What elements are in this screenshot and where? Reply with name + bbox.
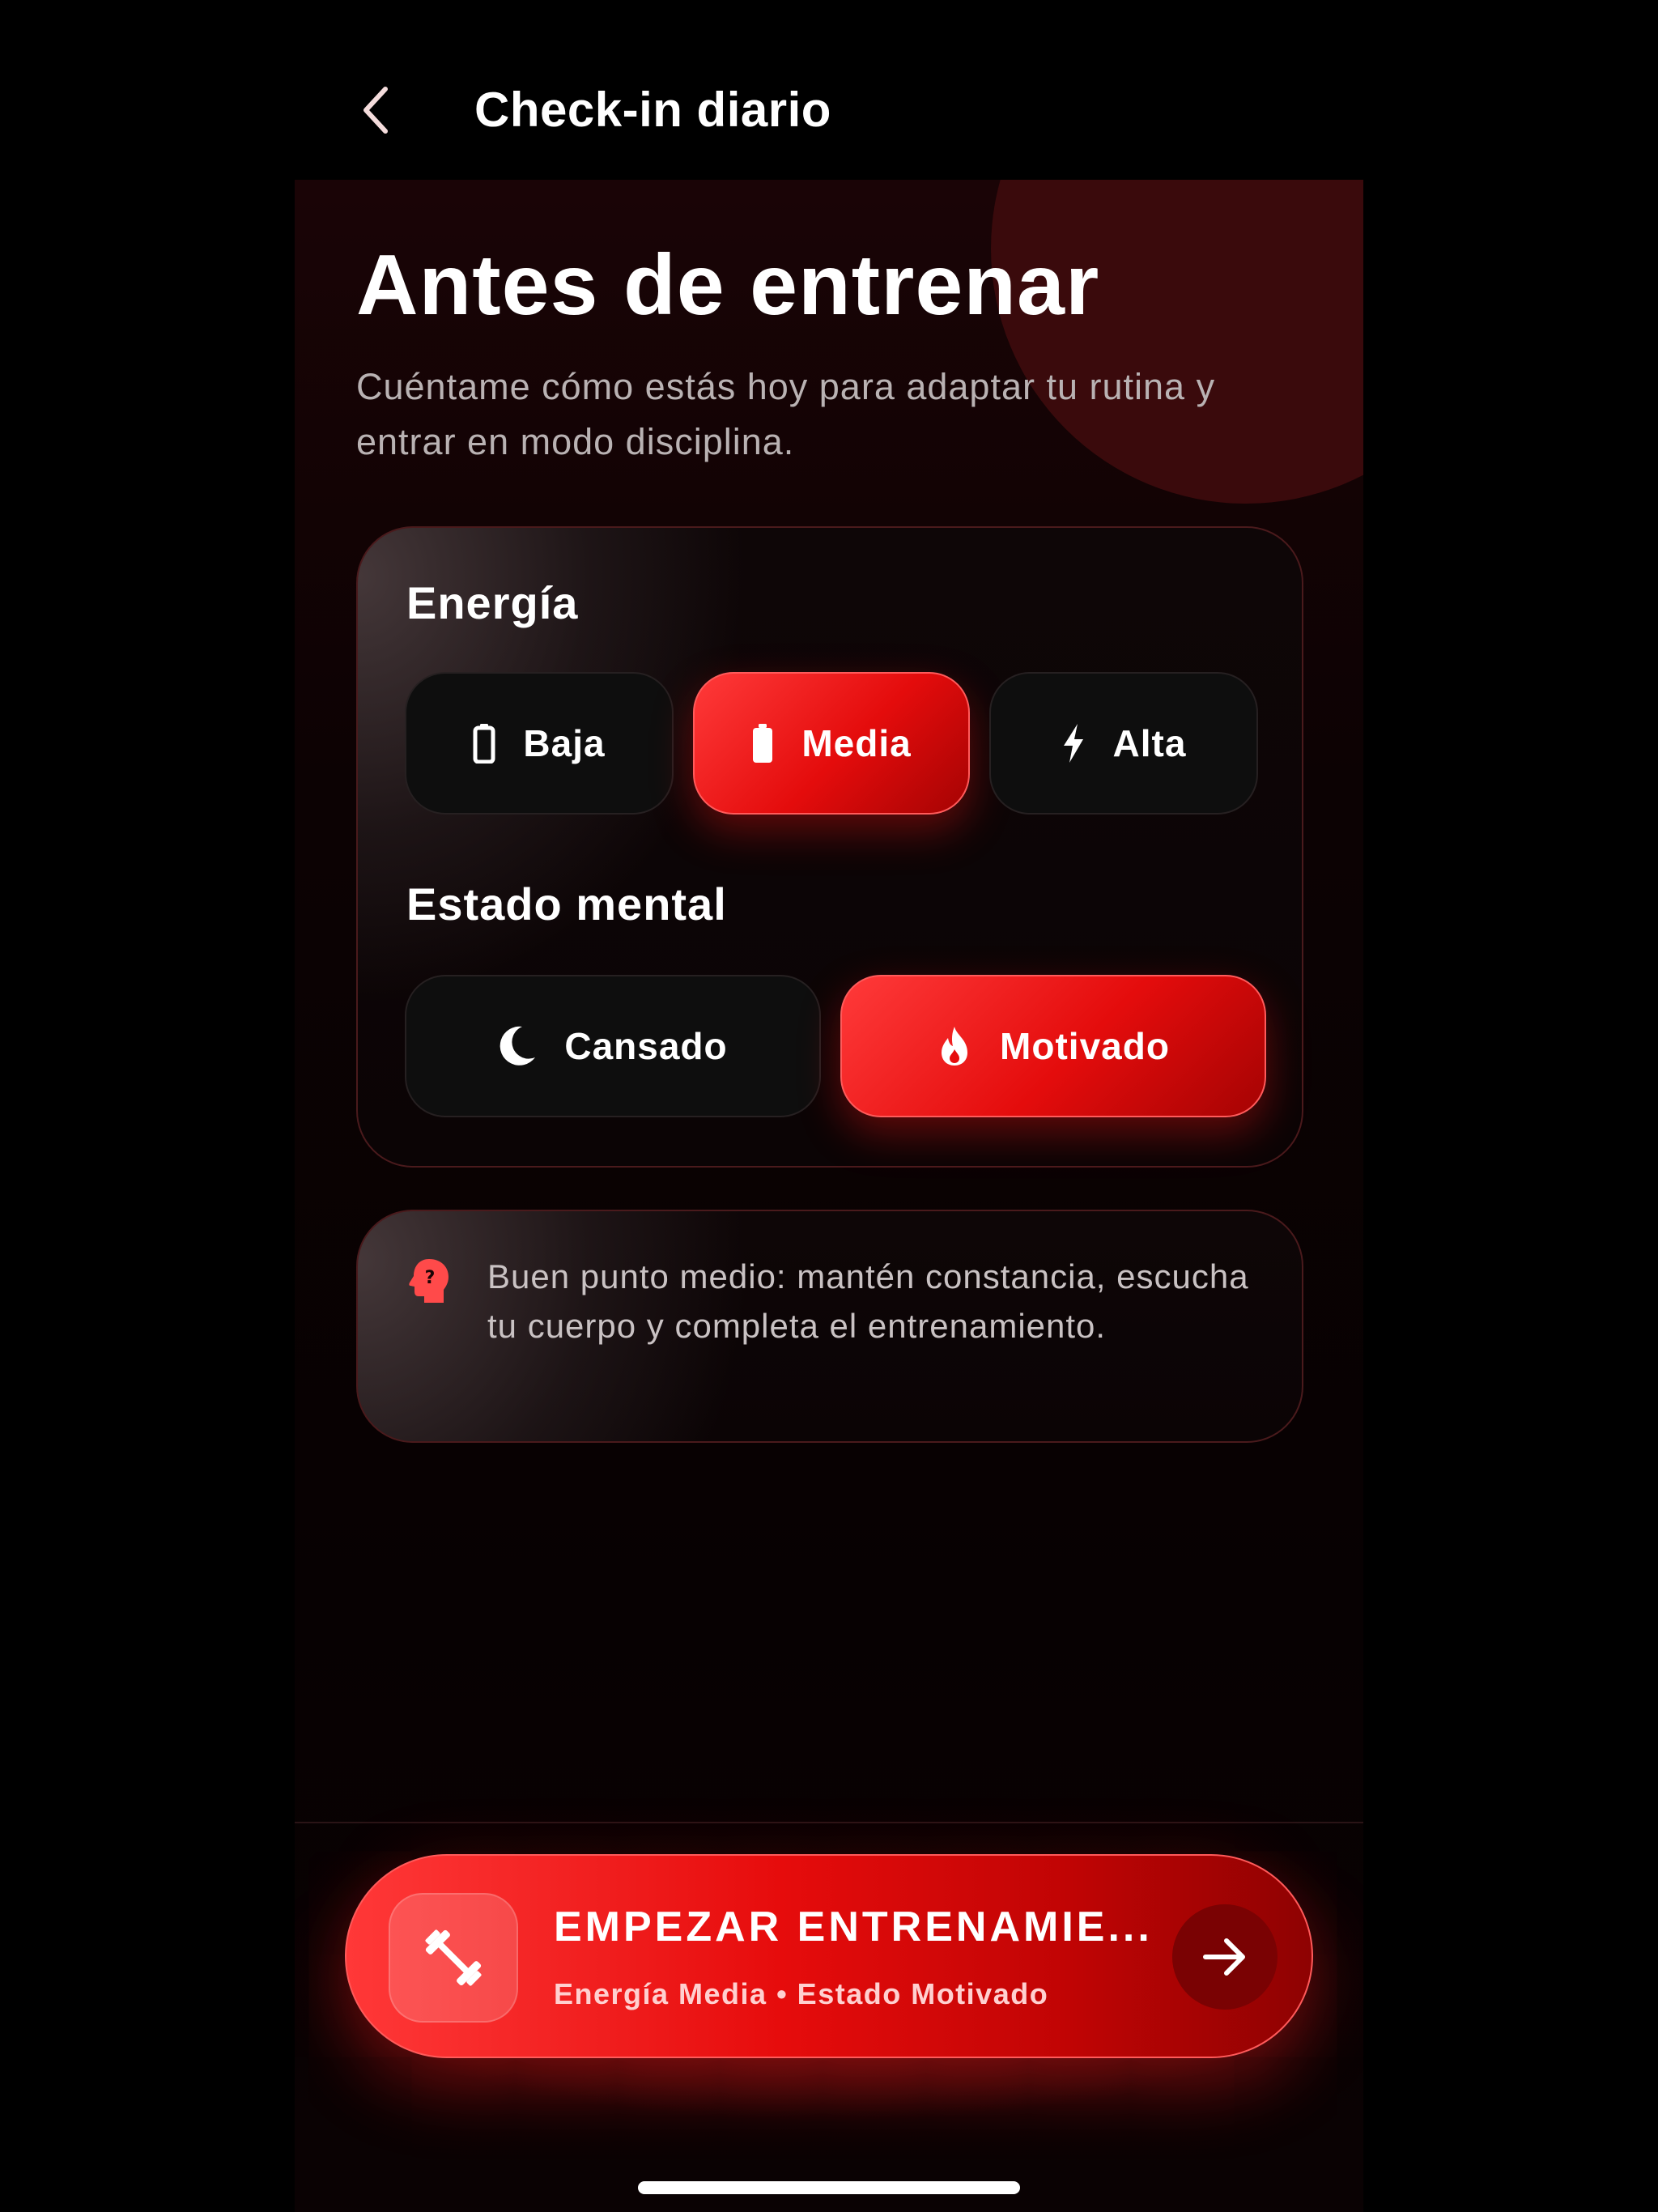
chevron-left-icon <box>363 87 388 134</box>
cta-icon-box <box>389 1893 518 2023</box>
energy-option-baja[interactable]: Baja <box>405 672 674 815</box>
bolt-icon <box>1061 723 1086 764</box>
page-subtitle: Cuéntame cómo estás hoy para adaptar tu … <box>356 366 1216 462</box>
back-button[interactable] <box>343 78 408 143</box>
screen: Check-in diario Antes de entrenar Cuénta… <box>0 0 1658 2212</box>
battery-medium-icon <box>751 723 774 764</box>
mental-option-motivado[interactable]: Motivado <box>840 975 1266 1117</box>
svg-text:?: ? <box>425 1268 436 1288</box>
mental-option-cansado[interactable]: Cansado <box>405 975 821 1117</box>
energy-option-label: Baja <box>523 722 606 764</box>
checkin-card: Energía Baja Media Alta Estado mental Ca… <box>356 526 1303 1168</box>
cta-title: EMPEZAR ENTRENAMIE... <box>554 1904 1153 1950</box>
mental-state-label: Estado mental <box>406 878 727 929</box>
tip-card: ? Buen punto medio: mantén constancia, e… <box>356 1210 1303 1443</box>
head-question-icon: ? <box>406 1257 452 1305</box>
energy-option-label: Alta <box>1112 722 1187 764</box>
cta-arrow-button[interactable] <box>1172 1904 1278 2010</box>
start-workout-button[interactable]: EMPEZAR ENTRENAMIE... Energía Media • Es… <box>345 1854 1313 2058</box>
bottom-divider <box>295 1822 1363 1823</box>
cta-subtitle: Energía Media • Estado Motivado <box>554 1977 1049 2010</box>
flame-icon <box>937 1025 972 1067</box>
mental-option-label: Cansado <box>564 1025 728 1067</box>
top-nav: Check-in diario <box>295 0 1363 180</box>
nav-title: Check-in diario <box>474 83 831 137</box>
moon-icon <box>498 1025 537 1067</box>
mental-option-label: Motivado <box>1000 1025 1170 1067</box>
page-title: Antes de entrenar <box>356 237 1100 333</box>
home-indicator <box>638 2181 1020 2194</box>
dumbbell-icon <box>425 1929 482 1986</box>
battery-low-icon <box>473 723 495 764</box>
energy-label: Energía <box>406 577 579 628</box>
tip-text: Buen punto medio: mantén constancia, esc… <box>487 1257 1249 1345</box>
energy-option-alta[interactable]: Alta <box>989 672 1258 815</box>
arrow-right-icon <box>1203 1938 1245 1976</box>
energy-option-media[interactable]: Media <box>693 672 970 815</box>
content-panel: Antes de entrenar Cuéntame cómo estás ho… <box>295 180 1363 2212</box>
energy-option-label: Media <box>801 722 912 764</box>
